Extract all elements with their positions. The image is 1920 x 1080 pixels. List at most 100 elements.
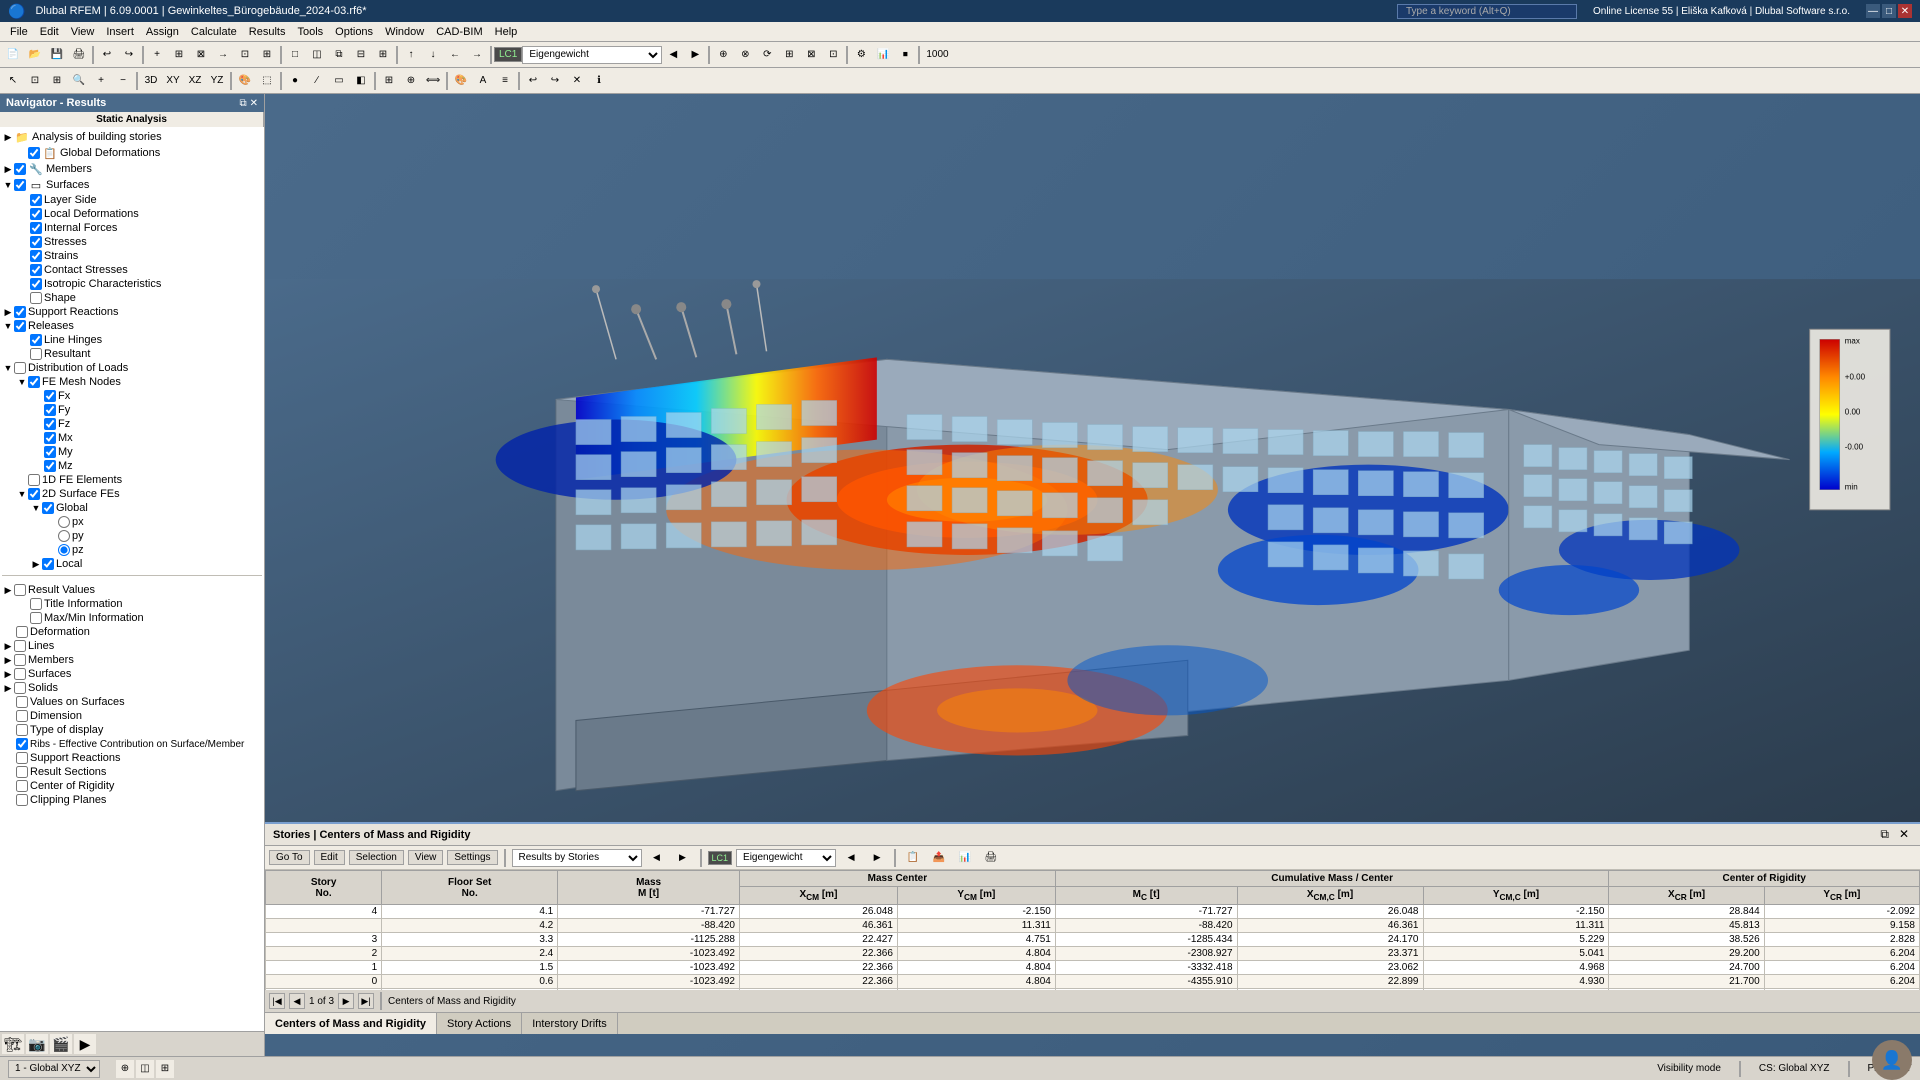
nav-prev[interactable]: ◀ (289, 993, 305, 1009)
tree-members[interactable]: ▶ 🔧 Members (2, 161, 262, 177)
tb-btn7[interactable]: ⊡ (234, 45, 256, 65)
check-dist-loads[interactable] (14, 362, 26, 374)
toggle-dist-loads[interactable]: ▼ (2, 362, 14, 374)
tb-stop[interactable]: ⏹ (894, 45, 916, 65)
tree-ribs-effective[interactable]: Ribs - Effective Contribution on Surface… (2, 737, 262, 751)
redo-button[interactable]: ↪ (118, 45, 140, 65)
check-my[interactable] (44, 446, 56, 458)
tree-shape[interactable]: Shape (2, 291, 262, 305)
render-btn[interactable]: 🎨 (234, 71, 256, 91)
tree-resultant[interactable]: Resultant (2, 347, 262, 361)
maximize-button[interactable]: □ (1882, 4, 1896, 18)
bottom-close-btn[interactable]: ✕ (1896, 827, 1912, 842)
toggle-result-values[interactable]: ▶ (2, 584, 14, 596)
redo2[interactable]: ↪ (544, 71, 566, 91)
tree-dimension[interactable]: Dimension (2, 709, 262, 723)
bottom-lc-prev[interactable]: ◀ (840, 848, 862, 868)
tb-btn3[interactable]: + (146, 45, 168, 65)
nav-icon-film[interactable]: 🎬 (50, 1034, 72, 1054)
tree-clipping-planes[interactable]: Clipping Planes (2, 793, 262, 807)
check-support-reactions[interactable] (14, 306, 26, 318)
tree-my[interactable]: My (2, 445, 262, 459)
tb-btn11[interactable]: ⧉ (328, 45, 350, 65)
nav-first[interactable]: |◀ (269, 993, 285, 1009)
node-btn[interactable]: ● (284, 71, 306, 91)
tb-btn4[interactable]: ⊞ (168, 45, 190, 65)
check-deformation[interactable] (16, 626, 28, 638)
tree-internal-forces[interactable]: Internal Forces (2, 221, 262, 235)
info-btn[interactable]: ℹ (588, 71, 610, 91)
filter-next[interactable]: ▶ (672, 848, 694, 868)
window-controls[interactable]: — □ ✕ (1866, 4, 1912, 18)
tree-deformation[interactable]: Deformation (2, 625, 262, 639)
tb-btn9[interactable]: □ (284, 45, 306, 65)
check-line-hinges[interactable] (30, 334, 42, 346)
tb-btn8[interactable]: ⊞ (256, 45, 278, 65)
settings-btn[interactable]: Settings (447, 850, 497, 865)
menu-help[interactable]: Help (489, 24, 524, 40)
tree-mz[interactable]: Mz (2, 459, 262, 473)
zoom-all[interactable]: ⊞ (46, 71, 68, 91)
select-btn[interactable]: ↖ (2, 71, 24, 91)
tree-fy[interactable]: Fy (2, 403, 262, 417)
check-dimension[interactable] (16, 710, 28, 722)
label-btn[interactable]: A (472, 71, 494, 91)
nav-header-controls[interactable]: ⧉ ✕ (239, 98, 258, 109)
tree-max-min[interactable]: Max/Min Information (2, 611, 262, 625)
menu-options[interactable]: Options (329, 24, 379, 40)
view-xz[interactable]: XZ (184, 71, 206, 91)
check-1d-fe[interactable] (28, 474, 40, 486)
check-clipping[interactable] (16, 794, 28, 806)
check-title-info[interactable] (30, 598, 42, 610)
goto-btn[interactable]: Go To (269, 850, 310, 865)
menu-tools[interactable]: Tools (291, 24, 329, 40)
view-3d[interactable]: 3D (140, 71, 162, 91)
toggle-local[interactable]: ▶ (30, 558, 42, 570)
toggle-global[interactable]: ▼ (30, 502, 42, 514)
tb-btn20[interactable]: ⟳ (756, 45, 778, 65)
tree-members-nav[interactable]: ▶ Members (2, 653, 262, 667)
lc-next[interactable]: ▶ (684, 45, 706, 65)
chart-btn[interactable]: 📊 (954, 848, 976, 868)
delete-btn[interactable]: ✕ (566, 71, 588, 91)
check-members[interactable] (14, 163, 26, 175)
ortho-toggle[interactable]: ◫ (136, 1060, 154, 1078)
tb-calctable[interactable]: 📊 (872, 45, 894, 65)
check-result-values[interactable] (14, 584, 26, 596)
tb-btn15[interactable]: ↓ (422, 45, 444, 65)
nav-close-btn[interactable]: ✕ (250, 98, 258, 109)
tree-1d-fe[interactable]: 1D FE Elements (2, 473, 262, 487)
radio-py[interactable] (58, 530, 70, 542)
check-type-display[interactable] (16, 724, 28, 736)
table-container[interactable]: StoryNo. Floor SetNo. MassM [t] Mass Cen… (265, 870, 1920, 990)
snap-toggle[interactable]: ⊕ (116, 1060, 134, 1078)
tree-result-values[interactable]: ▶ Result Values (2, 583, 262, 597)
wire-btn[interactable]: ⬚ (256, 71, 278, 91)
check-members-nav[interactable] (14, 654, 26, 666)
menu-assign[interactable]: Assign (140, 24, 185, 40)
solid-btn[interactable]: ◧ (350, 71, 372, 91)
menu-insert[interactable]: Insert (100, 24, 140, 40)
tree-type-display[interactable]: Type of display (2, 723, 262, 737)
zoom-out[interactable]: − (112, 71, 134, 91)
menu-file[interactable]: File (4, 24, 34, 40)
check-stresses[interactable] (30, 236, 42, 248)
color-scheme[interactable]: 🎨 (450, 71, 472, 91)
tree-support-reactions[interactable]: ▶ Support Reactions (2, 305, 262, 319)
snap-node[interactable]: ⊕ (400, 71, 422, 91)
tree-contact-stresses[interactable]: Contact Stresses (2, 263, 262, 277)
tree-isotropic[interactable]: Isotropic Characteristics (2, 277, 262, 291)
toggle-solids[interactable]: ▶ (2, 682, 14, 694)
tab-story-actions[interactable]: Story Actions (437, 1013, 522, 1034)
check-result-sections[interactable] (16, 766, 28, 778)
tab-centers-mass[interactable]: Centers of Mass and Rigidity (265, 1013, 437, 1034)
print-table-btn[interactable]: 🖨 (980, 848, 1002, 868)
tb-btn23[interactable]: ⊡ (822, 45, 844, 65)
zoom-in[interactable]: + (90, 71, 112, 91)
snap-grid[interactable]: ⊞ (378, 71, 400, 91)
nav-icon-camera[interactable]: 📷 (26, 1034, 48, 1054)
legend-btn[interactable]: ≡ (494, 71, 516, 91)
toggle-global-def[interactable] (16, 147, 28, 159)
work-plane-btn[interactable]: ⊞ (156, 1060, 174, 1078)
tree-surfaces[interactable]: ▼ ▭ Surfaces (2, 177, 262, 193)
